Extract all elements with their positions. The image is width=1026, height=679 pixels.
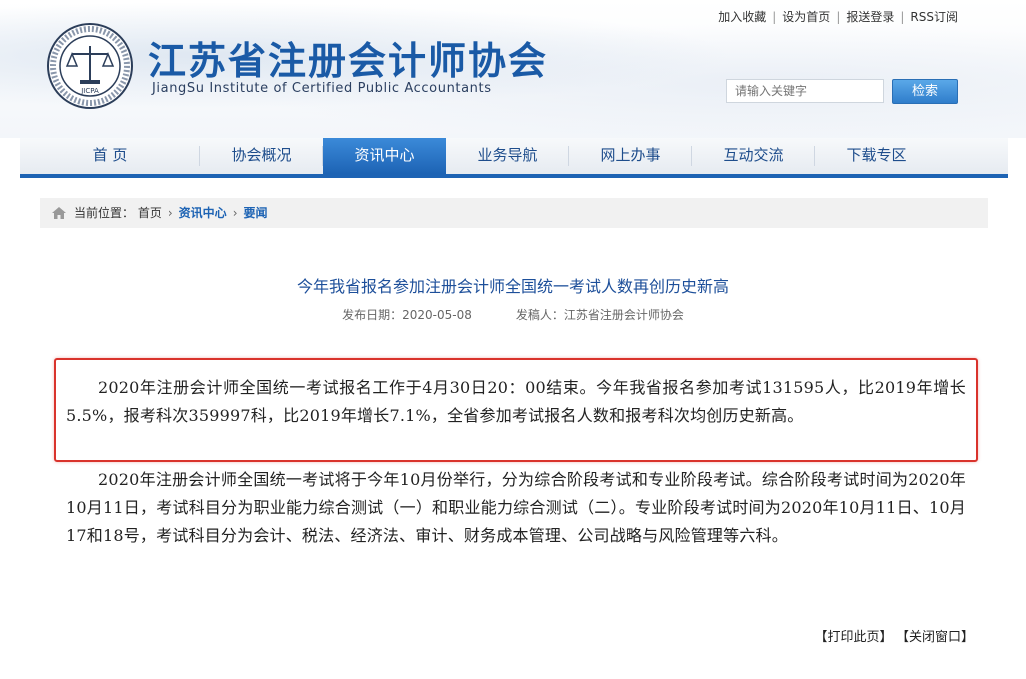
- add-favorite-link[interactable]: 加入收藏: [718, 10, 766, 24]
- chevron-right-icon: ›: [232, 206, 238, 220]
- nav-item-news[interactable]: 资讯中心: [323, 138, 446, 174]
- article-paragraph: 2020年注册会计师全国统一考试报名工作于4月30日20：00结束。今年我省报名…: [66, 378, 966, 425]
- article-actions: 【打印此页】 【关闭窗口】: [804, 626, 974, 645]
- site-subtitle: JiangSu Institute of Certified Public Ac…: [152, 81, 492, 96]
- report-login-link[interactable]: 报送登录: [846, 10, 894, 24]
- divider: |: [900, 10, 905, 24]
- article-meta: 发布日期：2020-05-08 发稿人：江苏省注册会计师协会: [0, 306, 1026, 323]
- nav-item-home[interactable]: 首 页: [20, 138, 200, 174]
- article-author: 发稿人：江苏省注册会计师协会: [515, 308, 684, 322]
- article-title: 今年我省报名参加注册会计师全国统一考试人数再创历史新高: [296, 277, 729, 296]
- breadcrumb-home[interactable]: 首页: [138, 206, 162, 220]
- close-window-link[interactable]: 【关闭窗口】: [902, 630, 974, 645]
- search-input[interactable]: [726, 79, 884, 103]
- nav-item-business[interactable]: 业务导航: [446, 138, 569, 174]
- publish-date: 发布日期：2020-05-08: [342, 308, 472, 322]
- divider: |: [772, 10, 777, 24]
- breadcrumb-headlines[interactable]: 要闻: [244, 206, 268, 220]
- nav-item-online-services[interactable]: 网上办事: [569, 138, 692, 174]
- nav-item-interaction[interactable]: 互动交流: [692, 138, 815, 174]
- set-homepage-link[interactable]: 设为首页: [782, 10, 830, 24]
- main-nav: 首 页 协会概况 资讯中心 业务导航 网上办事 互动交流 下载专区: [20, 138, 1008, 178]
- seal-label: JICPA: [80, 87, 99, 95]
- search-button[interactable]: 检索: [892, 79, 958, 104]
- print-page-link[interactable]: 【打印此页】: [814, 630, 892, 645]
- rss-link[interactable]: RSS订阅: [910, 10, 958, 24]
- divider: |: [836, 10, 841, 24]
- page: JICPA 江苏省注册会计师协会 JiangSu Institute of Ce…: [0, 0, 1026, 679]
- nav-item-downloads[interactable]: 下载专区: [815, 138, 938, 174]
- breadcrumb-news[interactable]: 资讯中心: [179, 206, 227, 220]
- breadcrumb-trail: 当前位置： 首页 › 资讯中心 › 要闻: [74, 198, 268, 228]
- top-links: 加入收藏 | 设为首页 | 报送登录 | RSS订阅: [718, 8, 958, 25]
- article-paragraph: 2020年注册会计师全国统一考试将于今年10月份举行，分为综合阶段考试和专业阶段…: [66, 470, 966, 545]
- site-header: JICPA 江苏省注册会计师协会 JiangSu Institute of Ce…: [0, 0, 1026, 138]
- breadcrumb: 当前位置： 首页 › 资讯中心 › 要闻: [40, 198, 988, 228]
- breadcrumb-label: 当前位置：: [74, 206, 135, 220]
- site-title: 江苏省注册会计师协会: [148, 38, 549, 83]
- nav-item-about[interactable]: 协会概况: [200, 138, 323, 174]
- chevron-right-icon: ›: [167, 206, 173, 220]
- home-icon: [52, 207, 66, 219]
- logo-seal-icon[interactable]: JICPA: [46, 22, 134, 110]
